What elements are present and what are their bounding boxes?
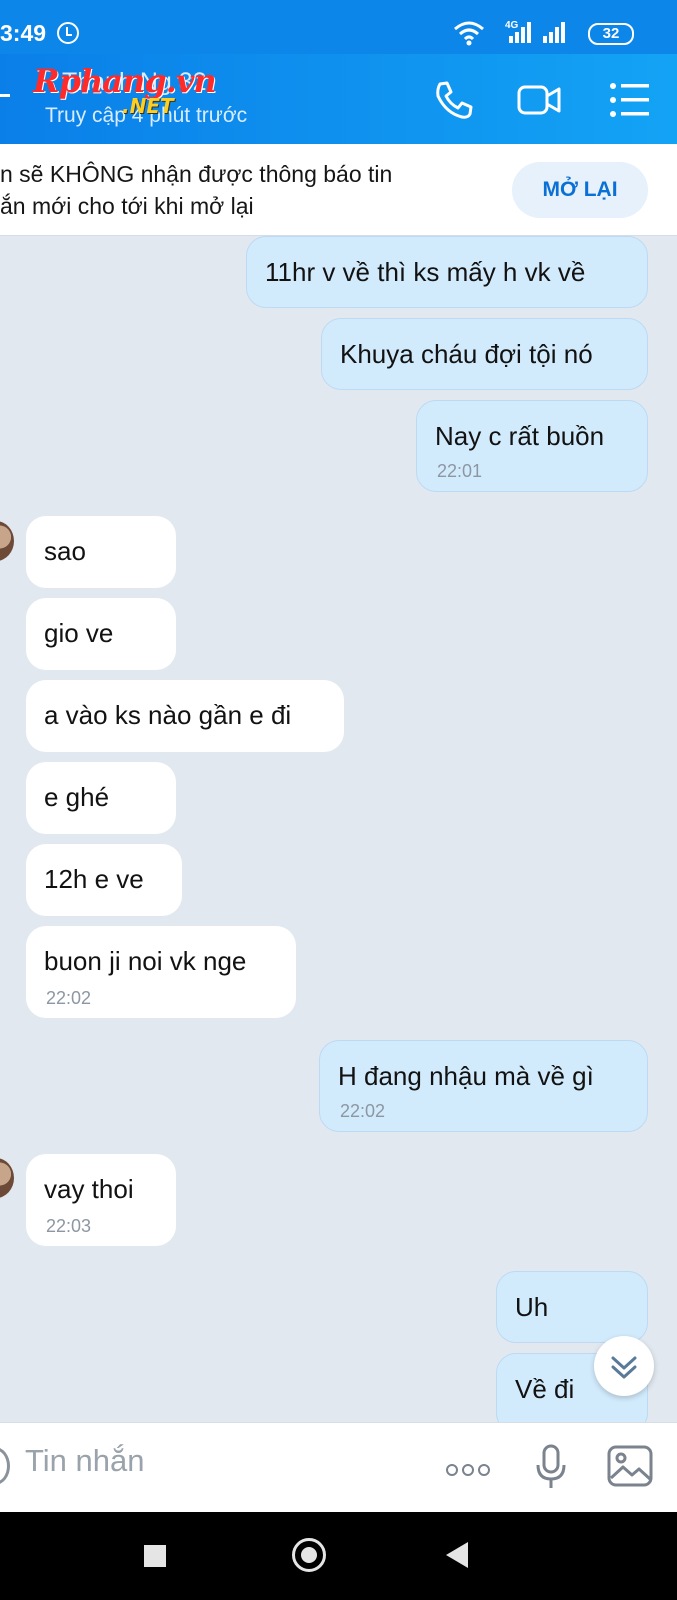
- message-list[interactable]: 11hr v về thì ks mấy h vk về Khuya cháu …: [0, 236, 677, 1422]
- signal-icon-2: [543, 22, 565, 43]
- notice-text: n sẽ KHÔNG nhận được thông báo tin ắn mớ…: [0, 161, 393, 219]
- wifi-icon: [454, 21, 484, 46]
- message-bubble-incoming[interactable]: e ghé: [26, 762, 176, 834]
- phone-call-icon[interactable]: [430, 76, 478, 124]
- message-text: Nay c rất buồn: [435, 421, 605, 451]
- message-text: a vào ks nào gần e đi: [44, 700, 292, 730]
- back-arrow-icon[interactable]: [0, 94, 10, 97]
- contact-avatar[interactable]: [0, 1158, 14, 1198]
- back-button[interactable]: [446, 1542, 468, 1568]
- home-button[interactable]: [292, 1538, 326, 1572]
- message-text: sao: [44, 536, 86, 566]
- message-bubble-incoming[interactable]: gio ve: [26, 598, 176, 670]
- video-call-icon[interactable]: [516, 76, 564, 124]
- message-composer: Tin nhắn: [0, 1422, 677, 1512]
- message-time: 22:03: [46, 1216, 92, 1236]
- message-bubble-outgoing[interactable]: Uh: [496, 1271, 648, 1343]
- message-text: H đang nhậu mà về gì: [338, 1061, 594, 1091]
- notification-muted-banner: n sẽ KHÔNG nhận được thông báo tin ắn mớ…: [0, 144, 677, 236]
- message-time: 22:01: [437, 461, 483, 481]
- message-bubble-outgoing[interactable]: 11hr v về thì ks mấy h vk về: [246, 236, 648, 308]
- battery-icon: 32: [588, 23, 634, 45]
- message-text: 12h e ve: [44, 864, 144, 894]
- message-bubble-outgoing[interactable]: Khuya cháu đợi tội nó: [321, 318, 648, 390]
- message-text: Khuya cháu đợi tội nó: [340, 339, 593, 369]
- recent-apps-button[interactable]: [144, 1545, 166, 1567]
- more-options-icon[interactable]: [446, 1463, 494, 1481]
- message-bubble-incoming[interactable]: 12h e ve: [26, 844, 182, 916]
- system-navigation-bar: [0, 1512, 677, 1600]
- status-time: 3:49: [0, 20, 47, 46]
- alarm-icon: [57, 22, 79, 44]
- menu-list-icon[interactable]: [608, 76, 656, 124]
- chat-header: Thanh Ng 32 Truy cập 4 phút trước Rphang…: [0, 54, 677, 144]
- watermark-logo-sub: .NET: [122, 94, 174, 118]
- message-bubble-incoming[interactable]: buon ji noi vk nge 22:02: [26, 926, 296, 1018]
- message-bubble-incoming[interactable]: a vào ks nào gần e đi: [26, 680, 344, 752]
- message-bubble-outgoing[interactable]: Nay c rất buồn 22:01: [416, 400, 648, 492]
- message-time: 22:02: [340, 1101, 386, 1121]
- message-time: 22:02: [46, 988, 92, 1008]
- emoji-icon[interactable]: [0, 1447, 10, 1485]
- scroll-to-bottom-button[interactable]: [594, 1336, 654, 1396]
- microphone-icon[interactable]: [535, 1443, 567, 1491]
- status-bar: 3:49 4G 32: [0, 0, 677, 54]
- reopen-notifications-button[interactable]: MỞ LẠI: [512, 162, 648, 218]
- signal-icon: [509, 22, 531, 43]
- message-input[interactable]: Tin nhắn: [25, 1443, 145, 1479]
- message-bubble-incoming[interactable]: sao: [26, 516, 176, 588]
- message-text: gio ve: [44, 618, 114, 648]
- message-text: buon ji noi vk nge: [44, 946, 247, 976]
- image-gallery-icon[interactable]: [607, 1445, 653, 1487]
- message-text: vay thoi: [44, 1174, 134, 1204]
- message-text: Uh: [515, 1292, 549, 1322]
- message-text: 11hr v về thì ks mấy h vk về: [265, 257, 586, 287]
- message-bubble-incoming[interactable]: vay thoi 22:03: [26, 1154, 176, 1246]
- message-bubble-outgoing[interactable]: H đang nhậu mà về gì 22:02: [319, 1040, 648, 1132]
- message-text: e ghé: [44, 782, 110, 812]
- contact-avatar[interactable]: [0, 521, 14, 561]
